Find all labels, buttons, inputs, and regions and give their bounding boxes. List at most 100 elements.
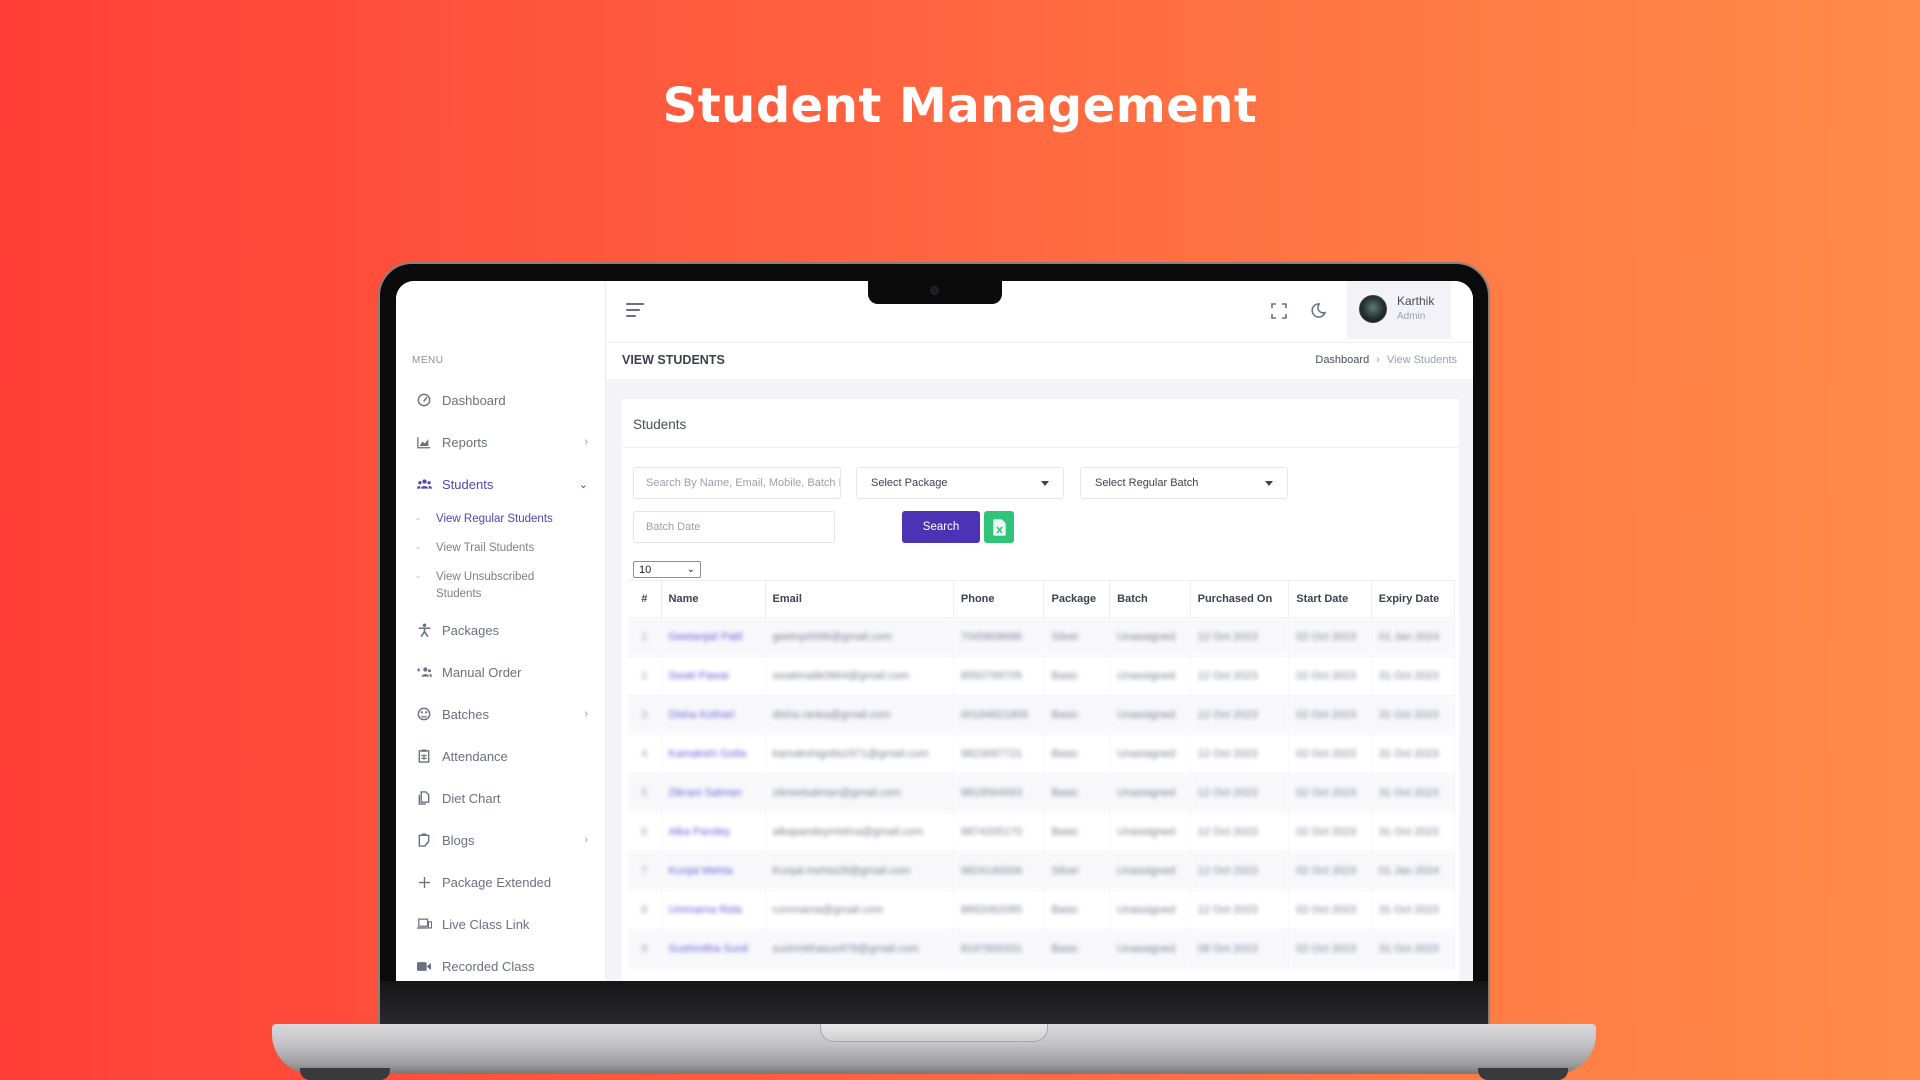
user-profile-menu[interactable]: Karthik Admin	[1347, 281, 1451, 339]
package-select[interactable]: Select Package	[856, 467, 1064, 499]
student-name-link[interactable]: Kunjal Mehta	[661, 851, 766, 891]
breadcrumb-dashboard-link[interactable]: Dashboard	[1315, 354, 1369, 366]
expiry-date-cell: 31 Oct 2023	[1371, 890, 1456, 930]
sidebar-item-label: Manual Order	[442, 664, 522, 680]
expiry-date-cell: 01 Jan 2024	[1371, 617, 1456, 657]
batch-date-input[interactable]: Batch Date	[633, 511, 835, 543]
dark-mode-moon-icon[interactable]	[1310, 302, 1328, 320]
column-header[interactable]: Start Date	[1288, 580, 1372, 618]
expiry-date-cell: 31 Oct 2023	[1371, 656, 1456, 696]
menu-toggle-icon[interactable]	[626, 303, 644, 319]
chart-icon	[416, 434, 432, 450]
sidebar-item-students[interactable]: Students ⌄	[396, 463, 606, 505]
students-table: # Name Email Phone Package Batch Purchas…	[628, 580, 1456, 969]
batch-cell: Unassigned	[1109, 929, 1191, 969]
email-cell: swatimalik0864@gmail.com	[765, 656, 954, 696]
package-cell: Basic	[1043, 734, 1111, 774]
column-header[interactable]: Purchased On	[1190, 580, 1290, 618]
student-name-link[interactable]: Zikrani Salman	[661, 773, 766, 813]
email-cell: geetnp0096@gmail.com	[765, 617, 954, 657]
sidebar-item-label: Reports	[442, 434, 488, 450]
row-index: 9	[628, 929, 662, 969]
table-body: 1 Geetanjali Patil geetnp0096@gmail.com 704…	[628, 617, 1456, 969]
student-name-link[interactable]: Ummama Rida	[661, 890, 766, 930]
export-excel-button[interactable]	[984, 511, 1014, 543]
sidebar-item-diet-chart[interactable]: Diet Chart	[396, 777, 606, 819]
page-size-select[interactable]: 10 ⌄	[633, 561, 701, 578]
sidebar-item-reports[interactable]: Reports ›	[396, 421, 606, 463]
submenu-view-trail-students[interactable]: - View Trail Students	[416, 534, 606, 563]
sidebar-item-manual-order[interactable]: Manual Order	[396, 651, 606, 693]
batch-cell: Unassigned	[1109, 695, 1191, 735]
batch-cell: Unassigned	[1109, 617, 1191, 657]
sidebar-item-blogs[interactable]: Blogs ›	[396, 819, 606, 861]
phone-cell: 9819564563	[953, 773, 1045, 813]
batch-cell: Unassigned	[1109, 734, 1191, 774]
column-header[interactable]: Batch	[1109, 580, 1191, 618]
sidebar-item-label: Dashboard	[442, 392, 506, 408]
menu-title: MENU	[412, 355, 444, 366]
phone-cell: 9824140006	[953, 851, 1045, 891]
sidebar-item-label: Attendance	[442, 748, 508, 764]
chevron-down-icon: ⌄	[578, 478, 588, 491]
row-index: 1	[628, 617, 662, 657]
chevron-right-icon: ›	[584, 708, 588, 720]
column-header[interactable]: Package	[1043, 580, 1111, 618]
column-header[interactable]: Phone	[953, 580, 1045, 618]
email-cell: disha.ranka@gmail.com	[765, 695, 954, 735]
palette-icon	[416, 706, 432, 722]
laptop-foot	[300, 1068, 390, 1080]
start-date-cell: 02 Oct 2023	[1288, 734, 1372, 774]
purchased-on-cell: 12 Oct 2023	[1190, 734, 1290, 774]
sidebar-item-live-class-link[interactable]: Live Class Link	[396, 903, 606, 945]
column-header[interactable]: #	[628, 580, 662, 618]
user-role: Admin	[1397, 311, 1426, 322]
start-date-cell: 02 Oct 2023	[1288, 656, 1372, 696]
start-date-cell: 02 Oct 2023	[1288, 773, 1372, 813]
email-cell: alkapandeymishra@gmail.com	[765, 812, 954, 852]
submenu-view-unsubscribed-students[interactable]: - View Unsubscribed Students	[416, 563, 606, 609]
student-name-link[interactable]: Kamakshi Gotla	[661, 734, 766, 774]
package-cell: Basic	[1043, 890, 1111, 930]
sidebar-item-batches[interactable]: Batches ›	[396, 693, 606, 735]
row-index: 7	[628, 851, 662, 891]
card-title: Students	[633, 417, 687, 432]
table-row: 7 Kunjal Mehta Kunjal.mehta28@gmail.com 982…	[628, 851, 1456, 891]
column-header[interactable]: Email	[765, 580, 954, 618]
student-name-link[interactable]: Disha Kothari	[661, 695, 766, 735]
expiry-date-cell: 31 Oct 2023	[1371, 734, 1456, 774]
column-header[interactable]: Expiry Date	[1371, 580, 1456, 618]
topbar: Karthik Admin	[606, 281, 1473, 343]
table-row: 5 Zikrani Salman zikreelsalman@gmail.com 98…	[628, 773, 1456, 813]
search-button[interactable]: Search	[902, 511, 980, 543]
row-index: 3	[628, 695, 662, 735]
submenu-view-regular-students[interactable]: - View Regular Students	[416, 505, 606, 534]
app-screen: MENU Dashboard Reports › Students ⌄ - Vi…	[396, 281, 1473, 981]
purchased-on-cell: 12 Oct 2023	[1190, 812, 1290, 852]
chevron-down-icon: ⌄	[686, 564, 695, 575]
main-content: Students Search By Name, Email, Mobile, …	[606, 379, 1473, 981]
package-cell: Basic	[1043, 656, 1111, 696]
sidebar-item-dashboard[interactable]: Dashboard	[396, 379, 606, 421]
table-row: 9 Sushmitha Sunil sushmithasunil78@gmail.c…	[628, 929, 1456, 969]
expiry-date-cell: 01 Jan 2024	[1371, 851, 1456, 891]
table-row: 6 Alka Pandey alkapandeymishra@gmail.com 98…	[628, 812, 1456, 852]
student-name-link[interactable]: Geetanjali Patil	[661, 617, 766, 657]
sidebar-item-attendance[interactable]: Attendance	[396, 735, 606, 777]
page-title: VIEW STUDENTS	[622, 353, 725, 367]
regular-batch-select[interactable]: Select Regular Batch	[1080, 467, 1288, 499]
student-name-link[interactable]: Alka Pandey	[661, 812, 766, 852]
sidebar-item-packages[interactable]: Packages	[396, 609, 606, 651]
expiry-date-cell: 31 Oct 2023	[1371, 812, 1456, 852]
sidebar-item-recorded-class[interactable]: Recorded Class	[396, 945, 606, 981]
batch-cell: Unassigned	[1109, 812, 1191, 852]
expiry-date-cell: 31 Oct 2023	[1371, 773, 1456, 813]
student-name-link[interactable]: Swati Pawar	[661, 656, 766, 696]
student-name-link[interactable]: Sushmitha Sunil	[661, 929, 766, 969]
fullscreen-icon[interactable]	[1271, 303, 1289, 321]
caret-down-icon	[1041, 480, 1049, 486]
column-header[interactable]: Name	[661, 580, 766, 618]
table-header-row: # Name Email Phone Package Batch Purchas…	[628, 580, 1456, 618]
search-input[interactable]: Search By Name, Email, Mobile, Batch Nam…	[633, 467, 841, 499]
sidebar-item-package-extended[interactable]: Package Extended	[396, 861, 606, 903]
